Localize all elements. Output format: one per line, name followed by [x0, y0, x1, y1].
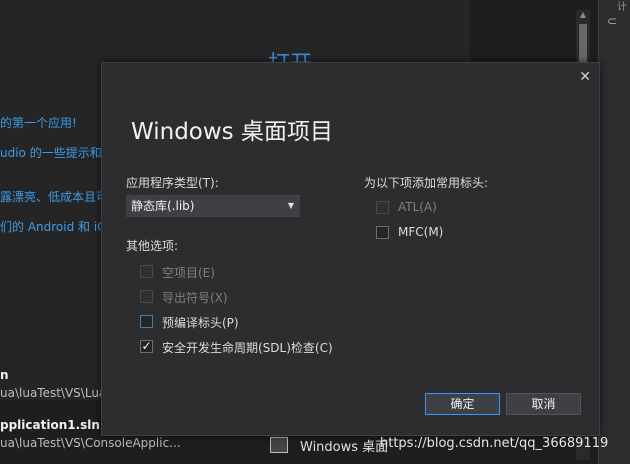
- recent-project-path-1: ua\luaTest\VS\Lua: [0, 386, 107, 400]
- app-type-value: 静态库(.lib): [131, 199, 195, 213]
- common-headers-label: 为以下项添加常用标头:: [364, 176, 489, 190]
- chevron-down-icon: ▼: [287, 201, 294, 210]
- start-link-1[interactable]: 的第一个应用!: [0, 114, 77, 131]
- option-label: 导出符号(X): [162, 291, 228, 305]
- windows-desktop-project-dialog: ✕ Windows 桌面项目 应用程序类型(T): 静态库(.lib) ▼ 其他…: [101, 62, 600, 436]
- ok-button[interactable]: 确定: [425, 393, 500, 415]
- recent-project-name-2[interactable]: pplication1.sln: [0, 418, 100, 432]
- close-icon[interactable]: ✕: [579, 69, 591, 85]
- watermark-url: https://blog.csdn.net/qq_36689119: [380, 436, 609, 451]
- cancel-button[interactable]: 取消: [506, 393, 581, 415]
- right-tool-panel: 计 ⊂: [598, 0, 630, 464]
- start-link-4[interactable]: 们的 Android 和 iO: [0, 218, 107, 235]
- option-label: 空项目(E): [162, 266, 215, 280]
- scroll-up-icon[interactable]: ▲: [576, 10, 590, 19]
- recent-project-path-2: ua\luaTest\VS\ConsoleApplic...: [0, 436, 181, 450]
- option-label: 安全开发生命周期(SDL)检查(C): [162, 341, 333, 355]
- checkbox-atl[interactable]: [376, 201, 389, 214]
- app-type-label: 应用程序类型(T):: [126, 176, 219, 190]
- header-label: MFC(M): [398, 225, 444, 239]
- start-link-3[interactable]: 露漂亮、低成本且可: [0, 188, 108, 205]
- checkbox-precompiled-header[interactable]: [140, 315, 153, 328]
- panel-toggle-icon[interactable]: ⊂: [607, 14, 617, 28]
- template-item-windows-desktop[interactable]: Windows 桌面: [270, 436, 388, 455]
- start-link-2[interactable]: udio 的一些提示和: [0, 144, 102, 161]
- checkbox-mfc[interactable]: [376, 226, 389, 239]
- right-panel-text: 计: [617, 2, 627, 13]
- checkbox-empty-project[interactable]: [140, 265, 153, 278]
- checkbox-sdl-checks[interactable]: ✓: [140, 340, 153, 353]
- other-options-label: 其他选项:: [126, 239, 179, 253]
- checkbox-export-symbols[interactable]: [140, 290, 153, 303]
- app-type-select[interactable]: 静态库(.lib) ▼: [126, 195, 300, 217]
- dialog-title: Windows 桌面项目: [131, 119, 333, 145]
- recent-project-name-1[interactable]: n: [0, 368, 9, 382]
- header-label: ATL(A): [398, 200, 437, 214]
- template-icon: [270, 437, 288, 453]
- option-label: 预编译标头(P): [162, 316, 239, 330]
- template-label: Windows 桌面: [300, 440, 389, 455]
